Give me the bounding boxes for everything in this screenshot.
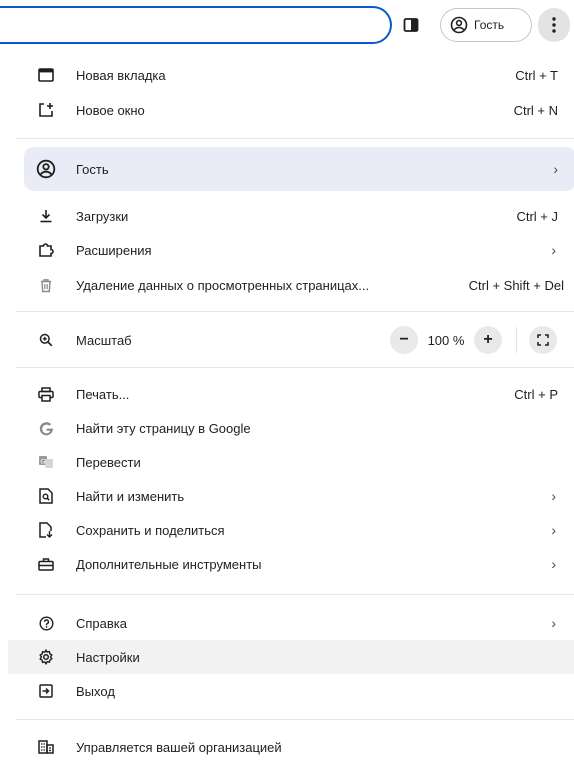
menu-item-profile[interactable]: Гость › [24, 147, 574, 191]
menu-item-label: Дополнительные инструменты [76, 556, 262, 572]
trash-icon [36, 275, 56, 295]
shortcut-label: Ctrl + N [513, 102, 558, 118]
menu-item-print[interactable]: Печать... Ctrl + P [24, 377, 574, 411]
profile-button[interactable]: Гость [440, 8, 532, 42]
zoom-controls: − 100 % + [390, 323, 557, 357]
shortcut-label: Ctrl + P [514, 386, 558, 402]
menu-item-zoom: Масштаб − 100 % + [24, 323, 574, 357]
business-icon [36, 737, 56, 757]
chrome-menu: Новая вкладка Ctrl + T Новое окно Ctrl +… [8, 50, 574, 764]
save-share-icon [36, 520, 56, 540]
zoom-value: 100 % [427, 332, 465, 348]
plus-icon: + [483, 331, 493, 348]
toolbox-icon [36, 554, 56, 574]
menu-item-label: Удаление данных о просмотренных страница… [76, 277, 370, 293]
chevron-right-icon: › [553, 161, 558, 177]
menu-separator [16, 367, 574, 368]
menu-item-exit[interactable]: Выход [24, 674, 574, 708]
fullscreen-icon [537, 334, 549, 346]
menu-separator [16, 594, 574, 595]
menu-item-new-window[interactable]: Новое окно Ctrl + N [24, 93, 574, 127]
new-tab-icon [36, 65, 56, 85]
menu-item-label: Новая вкладка [76, 67, 166, 83]
exit-icon [36, 681, 56, 701]
side-panel-button[interactable] [396, 10, 426, 40]
chrome-menu-button[interactable] [538, 8, 570, 42]
minus-icon: − [399, 331, 409, 348]
menu-item-more-tools[interactable]: Дополнительные инструменты › [24, 547, 574, 581]
menu-item-search-google[interactable]: Найти эту страницу в Google [24, 411, 574, 445]
menu-item-label: Выход [76, 683, 115, 699]
help-icon [36, 613, 56, 633]
zoom-divider [516, 327, 517, 353]
menu-item-managed[interactable]: Управляется вашей организацией [24, 730, 574, 764]
menu-item-label: Гость [76, 161, 109, 177]
menu-item-save-share[interactable]: Сохранить и поделиться › [24, 513, 574, 547]
shortcut-label: Ctrl + Shift + Del [468, 277, 564, 293]
menu-item-label: Настройки [76, 649, 140, 665]
menu-item-translate[interactable]: G Перевести [24, 445, 574, 479]
google-icon [36, 418, 56, 438]
extensions-icon [36, 240, 56, 260]
translate-icon: G [36, 452, 56, 472]
svg-text:G: G [40, 457, 45, 465]
menu-separator [16, 719, 574, 720]
zoom-out-button[interactable]: − [390, 326, 418, 354]
profile-label: Гость [474, 18, 505, 32]
menu-item-settings[interactable]: Настройки [8, 640, 574, 674]
guest-avatar-icon [36, 159, 56, 179]
menu-item-label: Печать... [76, 386, 130, 402]
side-panel-icon [403, 17, 419, 33]
chevron-right-icon: › [551, 615, 556, 631]
browser-toolbar: Гость [0, 0, 574, 50]
menu-item-label: Расширения [76, 242, 152, 258]
chevron-right-icon: › [551, 242, 556, 258]
address-bar[interactable] [0, 6, 392, 44]
menu-item-find-edit[interactable]: Найти и изменить › [24, 479, 574, 513]
menu-item-label: Перевести [76, 454, 141, 470]
menu-separator [16, 138, 574, 139]
menu-item-label: Загрузки [76, 208, 129, 224]
find-in-page-icon [36, 486, 56, 506]
chevron-right-icon: › [551, 488, 556, 504]
menu-item-label: Найти и изменить [76, 488, 185, 504]
shortcut-label: Ctrl + T [515, 67, 558, 83]
download-icon [36, 206, 56, 226]
menu-item-label: Сохранить и поделиться [76, 522, 225, 538]
menu-item-label: Масштаб [76, 332, 132, 348]
menu-item-downloads[interactable]: Загрузки Ctrl + J [24, 199, 574, 233]
menu-item-help[interactable]: Справка › [24, 606, 574, 640]
print-icon [36, 384, 56, 404]
menu-item-label: Управляется вашей организацией [76, 739, 282, 755]
menu-item-extensions[interactable]: Расширения › [24, 233, 574, 267]
chevron-right-icon: › [551, 556, 556, 572]
menu-item-label: Новое окно [76, 102, 145, 118]
zoom-in-button[interactable]: + [474, 326, 502, 354]
new-window-icon [36, 100, 56, 120]
chevron-right-icon: › [551, 522, 556, 538]
shortcut-label: Ctrl + J [516, 208, 558, 224]
zoom-icon [36, 330, 56, 350]
more-vert-icon [552, 17, 556, 33]
fullscreen-button[interactable] [529, 326, 557, 354]
gear-icon [36, 647, 56, 667]
menu-separator [16, 311, 574, 312]
menu-item-label: Справка [76, 615, 127, 631]
menu-item-clear-data[interactable]: Удаление данных о просмотренных страница… [24, 268, 574, 302]
guest-avatar-icon [450, 16, 468, 34]
menu-item-label: Найти эту страницу в Google [76, 420, 251, 436]
menu-item-new-tab[interactable]: Новая вкладка Ctrl + T [24, 58, 574, 92]
